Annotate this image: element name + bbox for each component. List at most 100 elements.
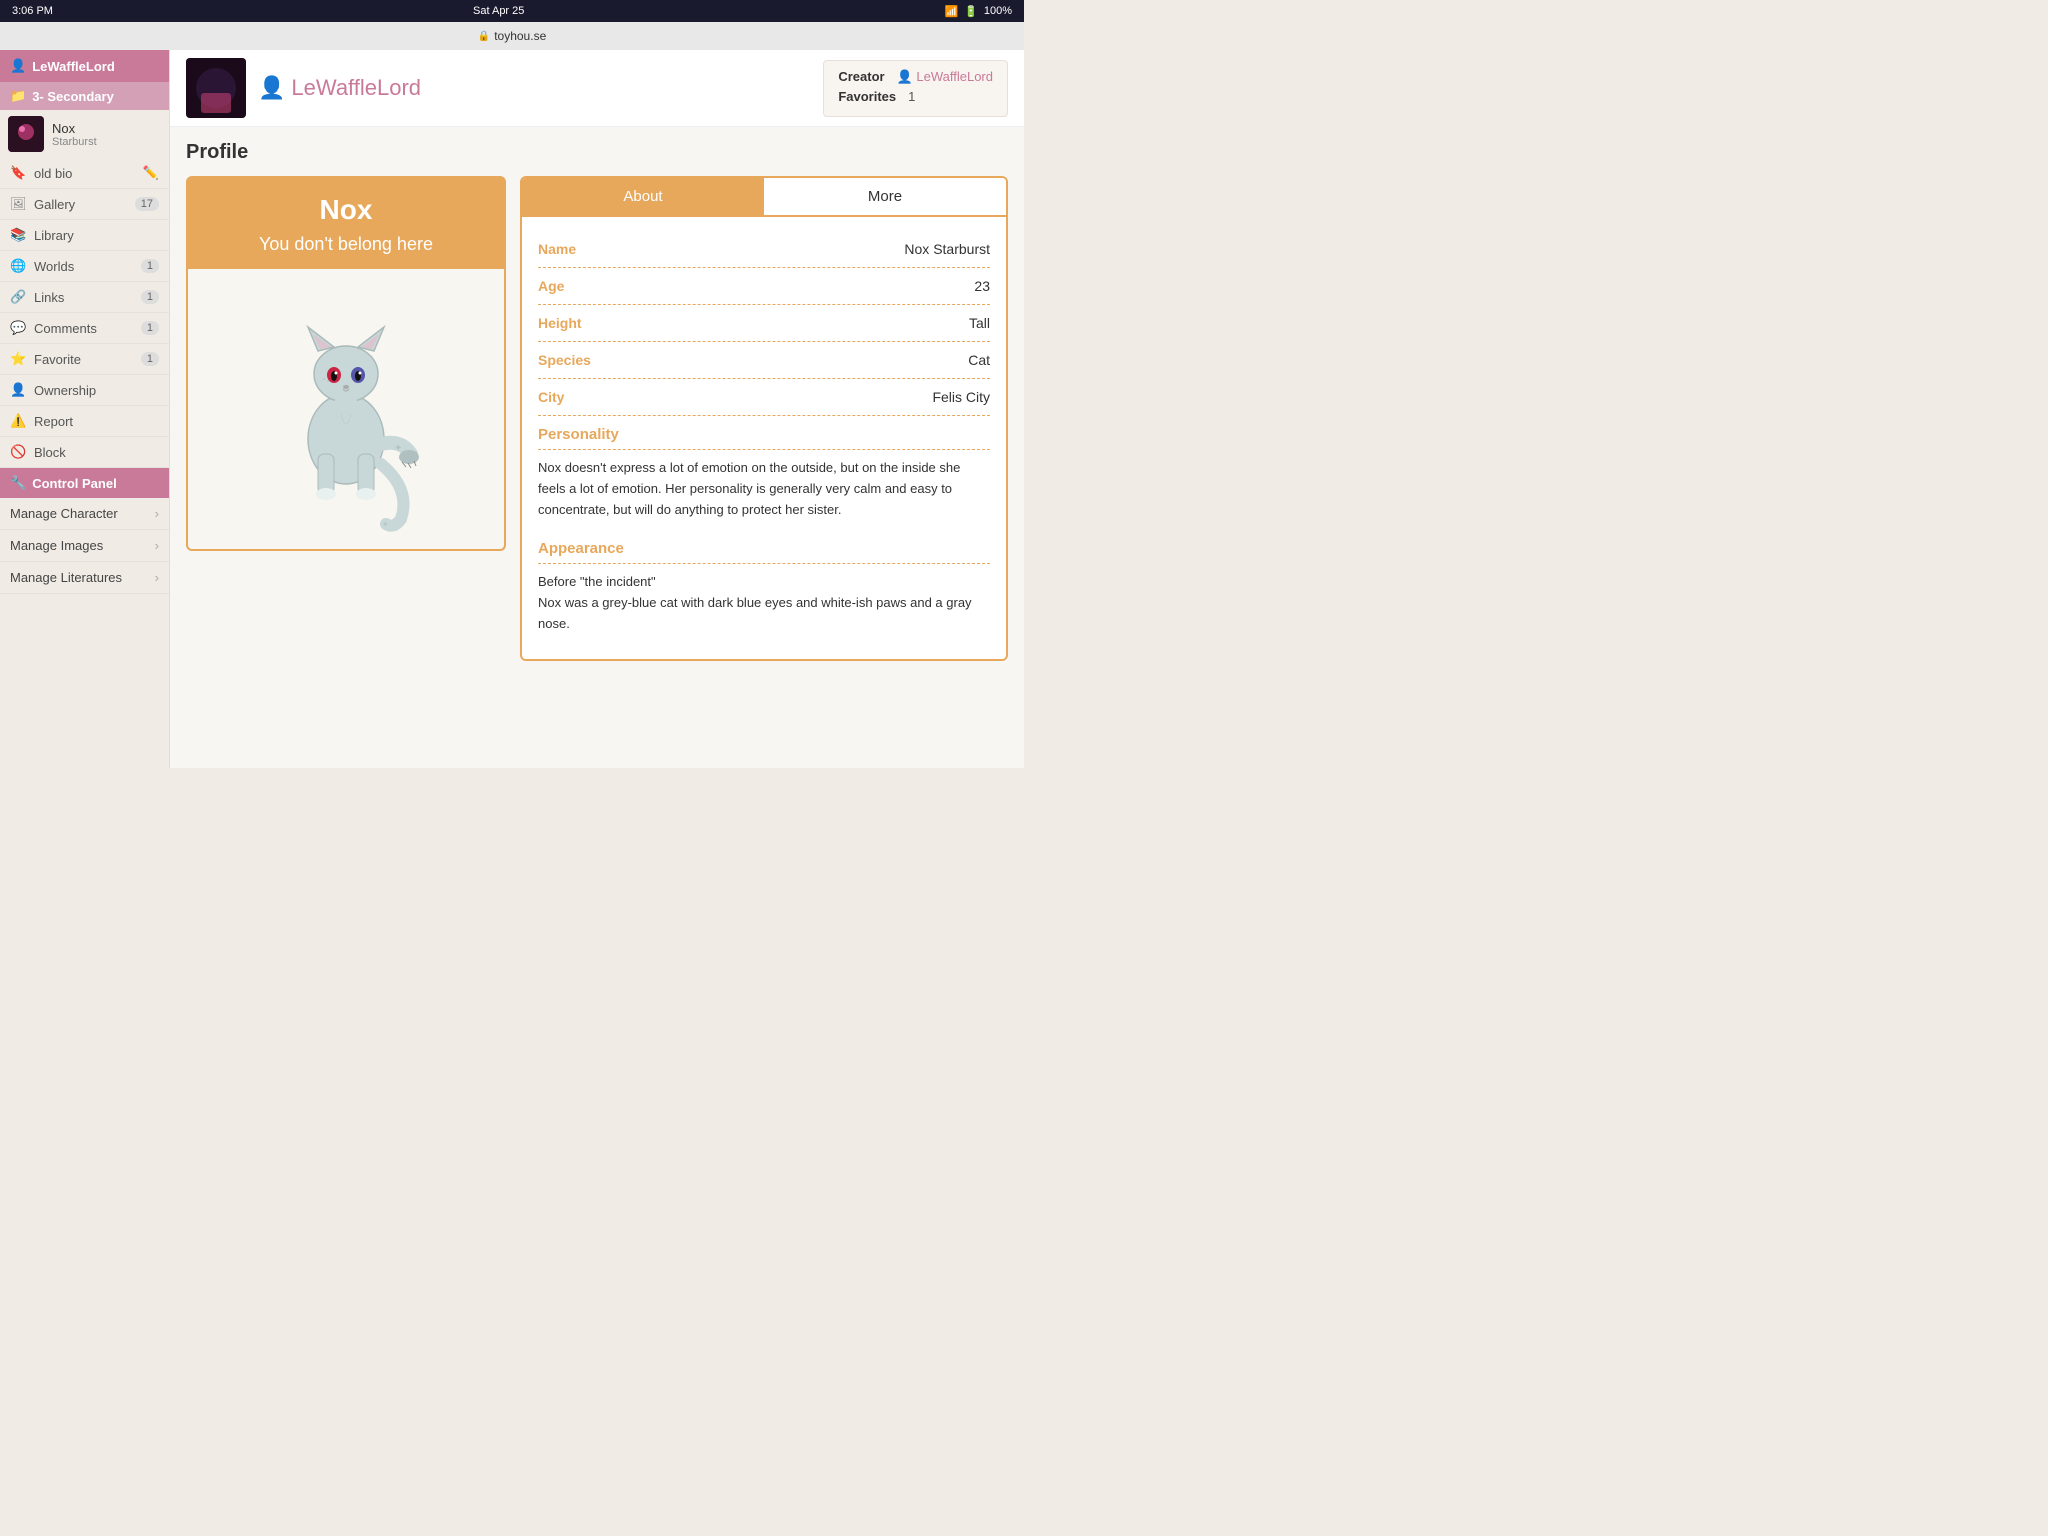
field-species: Species Cat: [538, 342, 990, 379]
char-header-name-wrap: 👤 LeWaffleLord: [258, 75, 421, 101]
tab-about[interactable]: About: [522, 178, 764, 215]
favorite-badge: 1: [141, 352, 159, 366]
creator-link[interactable]: 👤 LeWaffleLord: [897, 69, 993, 85]
edit-icon[interactable]: ✏️: [143, 165, 159, 181]
field-label-height: Height: [538, 315, 658, 331]
personality-text: Nox doesn't express a lot of emotion on …: [538, 458, 990, 520]
creator-row: Creator 👤 LeWaffleLord: [838, 69, 993, 85]
block-icon: 🚫: [10, 444, 26, 460]
sidebar-label-block: Block: [34, 445, 159, 460]
sidebar-item-links[interactable]: 🔗 Links 1: [0, 282, 169, 313]
sidebar-character[interactable]: Nox Starburst: [0, 110, 169, 158]
field-value-name: Nox Starburst: [904, 241, 990, 257]
worlds-icon: 🌐: [10, 258, 26, 274]
info-content: Name Nox Starburst Age 23 Height Tall: [522, 217, 1006, 659]
sidebar-label-report: Report: [34, 414, 159, 429]
wrench-icon: 🔧: [10, 475, 26, 491]
user-icon: 👤: [10, 58, 26, 74]
control-panel-header: 🔧 Control Panel: [0, 468, 169, 498]
char-header-avatar: [186, 58, 246, 118]
links-icon: 🔗: [10, 289, 26, 305]
field-value-species: Cat: [968, 352, 990, 368]
appearance-text: Before "the incident"Nox was a grey-blue…: [538, 572, 990, 634]
field-label-age: Age: [538, 278, 658, 294]
sidebar-item-gallery[interactable]: 🖼 Gallery 17: [0, 189, 169, 220]
char-owner-name[interactable]: 👤 LeWaffleLord: [258, 75, 421, 101]
battery-level: 100%: [984, 5, 1012, 17]
gallery-icon: 🖼: [10, 196, 26, 212]
status-right: 📶 🔋 100%: [944, 5, 1012, 18]
url-text: toyhou.se: [494, 29, 546, 43]
sidebar-manage-images[interactable]: Manage Images ›: [0, 530, 169, 562]
field-label-species: Species: [538, 352, 658, 368]
sidebar-item-ownership[interactable]: 👤 Ownership: [0, 375, 169, 406]
gallery-badge: 17: [135, 197, 159, 211]
field-name: Name Nox Starburst: [538, 231, 990, 268]
chevron-right-icon-2: ›: [155, 538, 159, 553]
field-value-height: Tall: [969, 315, 990, 331]
chevron-right-icon-3: ›: [155, 570, 159, 585]
lock-icon: 🔒: [478, 31, 490, 42]
field-value-city: Felis City: [932, 389, 990, 405]
manage-char-label: Manage Character: [10, 506, 118, 521]
sidebar-manage-literatures[interactable]: Manage Literatures ›: [0, 562, 169, 594]
sidebar: 👤 LeWaffleLord 📁 3- Secondary Nox Starbu…: [0, 50, 170, 768]
profile-title: Profile: [186, 141, 1008, 164]
manage-images-label: Manage Images: [10, 538, 103, 553]
battery-icon: 🔋: [964, 5, 978, 18]
sidebar-label-worlds: Worlds: [34, 259, 133, 274]
creator-label: Creator: [838, 69, 884, 85]
field-height: Height Tall: [538, 305, 990, 342]
char-meta-box: Creator 👤 LeWaffleLord Favorites 1: [823, 60, 1008, 117]
banner-tagline: You don't belong here: [200, 234, 492, 255]
sidebar-manage-character[interactable]: Manage Character ›: [0, 498, 169, 530]
tab-more[interactable]: More: [764, 178, 1006, 215]
user-icon-header: 👤: [258, 75, 285, 101]
personality-header: Personality: [538, 416, 990, 450]
field-age: Age 23: [538, 268, 990, 305]
banner-char-name: Nox: [200, 194, 492, 226]
wifi-icon: 📶: [944, 5, 958, 18]
sidebar-item-library[interactable]: 📚 Library: [0, 220, 169, 251]
bookmark-icon: 🔖: [10, 165, 26, 181]
field-label-city: City: [538, 389, 658, 405]
sidebar-label-favorite: Favorite: [34, 352, 133, 367]
sidebar-label-library: Library: [34, 228, 159, 243]
status-time: 3:06 PM: [12, 5, 53, 17]
sidebar-folder[interactable]: 📁 3- Secondary: [0, 82, 169, 110]
folder-icon: 📁: [10, 88, 26, 104]
sidebar-item-comments[interactable]: 💬 Comments 1: [0, 313, 169, 344]
worlds-badge: 1: [141, 259, 159, 273]
comments-icon: 💬: [10, 320, 26, 336]
ownership-icon: 👤: [10, 382, 26, 398]
field-label-name: Name: [538, 241, 658, 257]
info-tabs: About More: [522, 178, 1006, 217]
favorites-count: 1: [908, 89, 915, 104]
profile-section: Profile Nox You don't belong here: [170, 127, 1024, 675]
profile-banner: Nox You don't belong here: [186, 176, 506, 661]
app-container: 👤 LeWaffleLord 📁 3- Secondary Nox Starbu…: [0, 50, 1024, 768]
sidebar-label-links: Links: [34, 290, 133, 305]
banner-top: Nox You don't belong here: [186, 176, 506, 269]
status-date: Sat Apr 25: [473, 5, 524, 17]
sidebar-item-favorite[interactable]: ⭐ Favorite 1: [0, 344, 169, 375]
sidebar-item-block[interactable]: 🚫 Block: [0, 437, 169, 468]
banner-image: ✦ ✦: [186, 269, 506, 551]
links-badge: 1: [141, 290, 159, 304]
sidebar-item-worlds[interactable]: 🌐 Worlds 1: [0, 251, 169, 282]
sidebar-item-old-bio[interactable]: 🔖 old bio ✏️: [0, 158, 169, 189]
favorites-label: Favorites: [838, 89, 896, 104]
manage-lit-label: Manage Literatures: [10, 570, 122, 585]
profile-body: Nox You don't belong here: [186, 176, 1008, 661]
sidebar-username[interactable]: 👤 LeWaffleLord: [0, 50, 169, 82]
sidebar-label-gallery: Gallery: [34, 197, 127, 212]
creator-icon: 👤: [897, 69, 913, 84]
sidebar-item-report[interactable]: ⚠️ Report: [0, 406, 169, 437]
report-icon: ⚠️: [10, 413, 26, 429]
svg-text:✦: ✦: [394, 443, 402, 454]
sidebar-label-old-bio: old bio: [34, 166, 135, 181]
url-bar[interactable]: 🔒 toyhou.se: [0, 22, 1024, 50]
char-avatar-small: [8, 116, 44, 152]
char-header: 👤 LeWaffleLord Creator 👤 LeWaffleLord Fa…: [170, 50, 1024, 127]
sidebar-label-ownership: Ownership: [34, 383, 159, 398]
